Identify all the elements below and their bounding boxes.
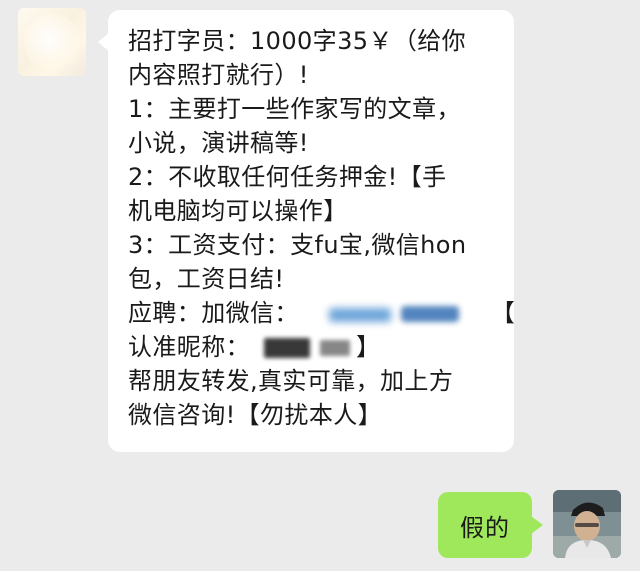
nickname-label: 认准昵称： (128, 333, 250, 361)
outgoing-message-text: 假的 (460, 513, 510, 542)
message-line-8: 包，工资日结! (128, 265, 285, 293)
user-avatar-icon (553, 490, 621, 558)
message-line-1: 招打字员：1000字35￥（给你 (128, 27, 467, 55)
outgoing-message-bubble[interactable]: 假的 (438, 492, 543, 558)
message-line-6: 机电脑均可以操作】 (128, 197, 348, 225)
message-line-2: 内容照打就行）! (128, 61, 309, 89)
incoming-message-bubble[interactable]: 招打字员：1000字35￥（给你 内容照打就行）! 1：主要打一些作家写的文章，… (98, 10, 515, 452)
redaction-mark (328, 308, 391, 322)
message-line-4: 小说，演讲稿等! (128, 129, 309, 157)
message-line-3: 1：主要打一些作家写的文章， (128, 95, 461, 123)
bracket-close: 】 (356, 333, 381, 361)
redacted-nickname (264, 336, 356, 360)
redacted-wechat-id (328, 302, 469, 326)
redaction-mark (264, 338, 310, 358)
redaction-mark (400, 306, 459, 322)
redaction-mark (320, 340, 350, 356)
message-line-11: 帮朋友转发,真实可靠，加上方 (128, 367, 454, 395)
message-line-5: 2：不收取任何任务押金!【手 (128, 163, 447, 191)
contact-avatar[interactable] (18, 8, 86, 76)
user-avatar[interactable] (553, 490, 621, 558)
message-line-7: 3：工资支付：支fu宝,微信hon (128, 231, 467, 259)
message-line-9: 应聘：加微信： 【 (128, 296, 515, 330)
apply-label: 应聘：加微信： (128, 299, 299, 327)
bracket-open: 【 (490, 299, 516, 327)
message-line-10: 认准昵称： 】 (128, 330, 498, 364)
message-line-12: 微信咨询!【勿扰本人】 (128, 401, 383, 429)
